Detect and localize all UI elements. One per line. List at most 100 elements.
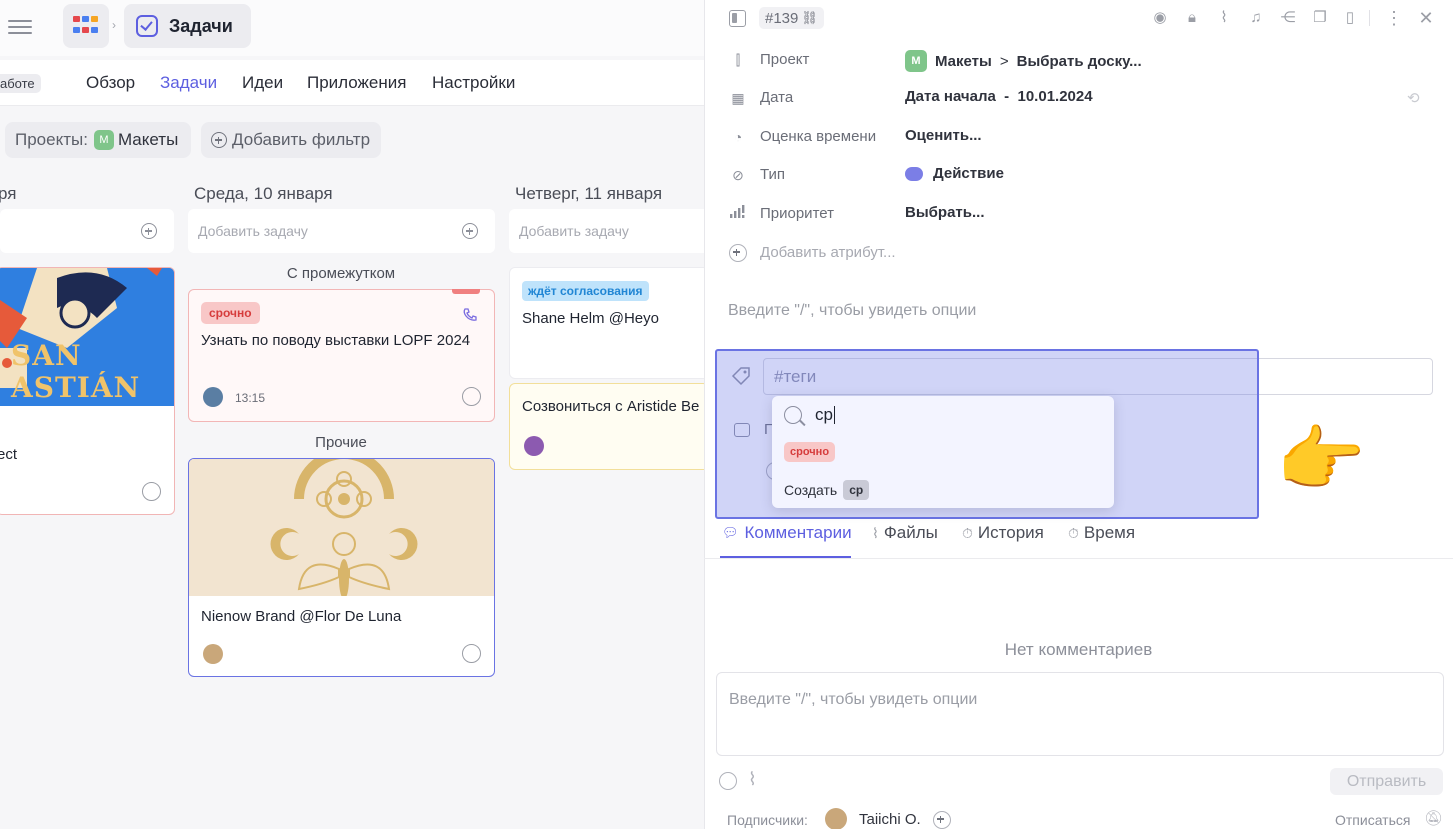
mention-icon[interactable] — [719, 772, 737, 790]
close-icon[interactable]: ✕ — [1417, 9, 1435, 27]
add-task-input-1[interactable]: Добавить задачу — [188, 209, 495, 253]
tab-time[interactable]: ⏱︎ Время — [1068, 523, 1135, 543]
project-name: Макеты — [935, 52, 992, 70]
avatar — [524, 436, 544, 456]
tab-files[interactable]: ⌇ Файлы — [872, 523, 938, 543]
type-value[interactable]: Действие — [905, 165, 1004, 182]
work-status-badge[interactable]: аботе — [0, 74, 41, 93]
trash-icon[interactable]: ▯ — [1341, 9, 1359, 27]
tab-tasks[interactable]: Задачи — [160, 73, 217, 93]
attr-date: ▦ Дата Дата начала - 10.01.2024 ⟲ — [729, 87, 1429, 109]
link-icon: ⛓ — [801, 10, 818, 25]
breadcrumb-tasks[interactable]: Задачи — [124, 4, 251, 48]
task-id-badge[interactable]: #139 ⛓ — [759, 7, 824, 29]
task-card-lopf[interactable]: срочно Узнать по поводу выставки LOPF 20… — [188, 289, 495, 422]
group-title-other: Прочие — [315, 434, 367, 451]
phone-icon[interactable] — [462, 307, 478, 323]
tab-label: Время — [1083, 523, 1136, 542]
unsubscribe-button[interactable]: Отписаться — [1335, 812, 1410, 828]
task-card-aristide[interactable]: Созвониться с Aristide Be — [509, 383, 704, 470]
tab-settings[interactable]: Настройки — [432, 73, 515, 93]
eye-icon[interactable]: ◉ — [1151, 9, 1169, 27]
lock-icon[interactable]: 🔒︎ — [1183, 9, 1201, 27]
card-cover-image — [189, 459, 494, 599]
history-icon: ⏱︎ — [962, 524, 973, 541]
tab-label: Файлы — [883, 523, 938, 542]
project-icon: ⫿ — [735, 52, 741, 68]
project-filter-label: Проекты: — [15, 130, 88, 149]
attr-label: Тип — [760, 166, 786, 183]
tab-history[interactable]: ⏱︎ История — [962, 523, 1044, 543]
sidebar-toggle-icon[interactable] — [729, 10, 746, 27]
comment-input[interactable]: Введите "/", чтобы увидеть опции — [716, 672, 1444, 756]
flor-de-luna-illustration — [189, 459, 494, 599]
tag-option-urgent[interactable]: срочно — [784, 442, 836, 462]
complete-toggle[interactable] — [462, 644, 481, 663]
apps-button[interactable] — [63, 4, 109, 48]
chevron-right-icon: > — [999, 52, 1009, 70]
create-tag-option[interactable]: Создать ср — [784, 480, 870, 500]
add-filter-button[interactable]: Добавить фильтр — [201, 122, 381, 158]
subscriber-avatar — [825, 808, 847, 829]
project-badge-icon: М — [93, 130, 114, 150]
add-task-input-2[interactable]: Добавить задачу — [509, 209, 704, 253]
priority-value[interactable]: Выбрать... — [905, 204, 984, 221]
tag-search-input[interactable]: ср — [815, 405, 835, 425]
subscriber-name[interactable]: Taiichi O. — [859, 811, 921, 828]
date-value[interactable]: Дата начала - 10.01.2024 — [905, 88, 1093, 105]
tab-comments[interactable]: 💬︎ Комментарии — [722, 523, 852, 543]
project-filter-value: Макеты — [117, 130, 179, 149]
task-card-shane-helm[interactable]: ждёт согласования Shane Helm @Heyo — [509, 267, 704, 379]
task-card-san-sebastian[interactable]: SAN ASTIÁN ect — [0, 267, 175, 515]
subtasks-icon[interactable]: ⋲ — [1279, 9, 1297, 27]
tag-search-value: ср — [815, 405, 833, 424]
card-title: Созвониться с Aristide Be — [522, 398, 700, 415]
add-task-placeholder: Добавить задачу — [519, 223, 629, 239]
task-board: › Задачи аботе Обзор Задачи Идеи Приложе… — [0, 0, 704, 829]
tab-overview[interactable]: Обзор — [86, 73, 135, 93]
stopwatch-icon: ⏱︎ — [1068, 524, 1079, 541]
description-editor[interactable]: Введите "/", чтобы увидеть опции — [728, 302, 976, 320]
repeat-icon[interactable]: ⟲ — [1407, 89, 1420, 107]
tab-apps[interactable]: Приложения — [307, 73, 406, 93]
no-comments-text: Нет комментариев — [1004, 640, 1153, 659]
paperclip-icon: ⌇ — [872, 524, 879, 541]
attr-label: Оценка времени — [760, 128, 877, 145]
attr-priority: Приоритет Выбрать... — [729, 203, 1429, 225]
avatar — [203, 644, 223, 664]
tab-label: История — [977, 523, 1044, 542]
send-button[interactable]: Отправить — [1330, 768, 1443, 795]
more-icon[interactable]: ⋮ — [1385, 9, 1403, 27]
attr-project: ⫿ Проект М Макеты > Выбрать доску... — [729, 49, 1429, 72]
create-label: Создать — [784, 482, 838, 498]
task-card-flor-de-luna[interactable]: Nienow Brand @Flor De Luna — [188, 458, 495, 677]
add-task-icon[interactable] — [462, 223, 478, 239]
board-select[interactable]: Выбрать доску... — [1017, 53, 1142, 70]
card-cover-image: SAN ASTIÁN — [0, 268, 174, 406]
action-type-icon — [905, 166, 923, 181]
nav-bar: аботе Обзор Задачи Идеи Приложения Настр… — [0, 60, 704, 106]
attach-icon[interactable]: ⌇ — [1215, 9, 1233, 27]
copy-icon[interactable]: ❐ — [1311, 9, 1329, 27]
complete-toggle[interactable] — [462, 387, 481, 406]
add-attribute-button[interactable]: Добавить атрибут... — [729, 242, 1029, 264]
menu-icon[interactable] — [8, 16, 32, 36]
estimate-value[interactable]: Оценить... — [905, 127, 982, 144]
attach-file-icon[interactable]: ⌇ — [748, 769, 757, 790]
add-task-input-0[interactable] — [0, 209, 174, 253]
poster-title: SAN ASTIÁN — [11, 339, 141, 404]
tab-ideas[interactable]: Идеи — [242, 73, 283, 93]
bell-icon[interactable]: ♫ — [1247, 9, 1265, 27]
group-title-interval: С промежутком — [286, 265, 396, 282]
add-attribute-label: Добавить атрибут... — [760, 244, 896, 261]
add-subscriber-icon[interactable] — [933, 811, 951, 829]
attr-label: Приоритет — [760, 205, 834, 222]
project-filter-chip[interactable]: Проекты: М Макеты — [5, 122, 191, 158]
add-circle-icon — [729, 244, 747, 262]
complete-toggle[interactable] — [142, 482, 161, 501]
card-title: Узнать по поводу выставки LOPF 2024 — [201, 332, 471, 349]
project-value[interactable]: М Макеты > Выбрать доску... — [905, 50, 1142, 72]
add-task-icon[interactable] — [141, 223, 157, 239]
attr-type: ⊘ Тип Действие — [729, 164, 1429, 186]
card-time: 13:15 — [235, 391, 266, 405]
